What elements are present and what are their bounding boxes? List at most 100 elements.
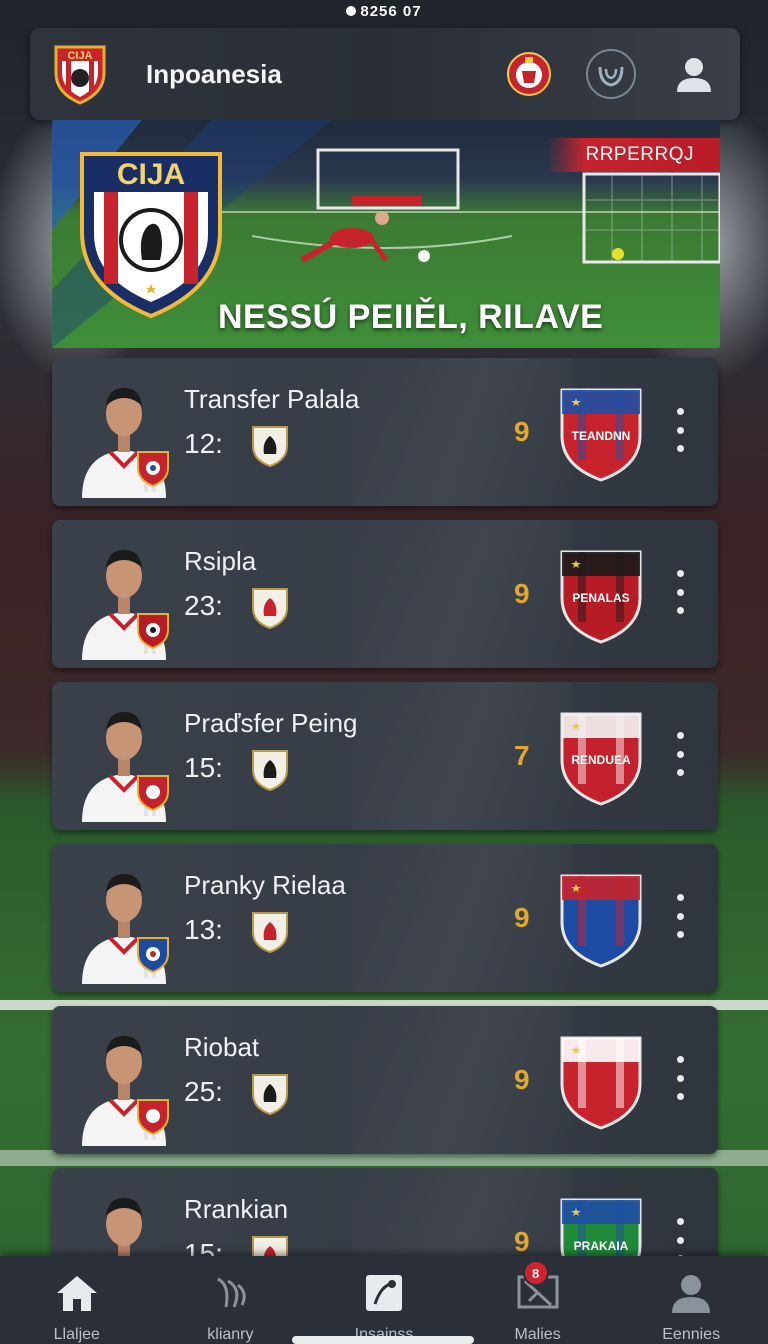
player-club-badge-icon — [137, 451, 169, 488]
team-crest-icon[interactable] — [558, 1032, 644, 1130]
nav-label-profile: Eennies — [662, 1326, 721, 1343]
player-number: 12: — [184, 428, 223, 459]
header-crest-text: CIJA — [67, 50, 92, 62]
dot — [676, 426, 684, 434]
dot — [676, 1074, 684, 1082]
shield-icon — [252, 588, 288, 630]
dot — [676, 912, 684, 920]
hero-headline: NESSÚ PEIIĚL, RILAVE — [218, 298, 604, 336]
nav-insights[interactable]: Insainss — [319, 1256, 449, 1344]
hero-crest-text: CIJA — [117, 158, 185, 191]
league-badge-icon[interactable] — [506, 51, 552, 97]
dot — [676, 1093, 684, 1100]
status-time: 8256 07 — [360, 2, 422, 20]
player-rating: 9 — [514, 416, 530, 447]
dot — [676, 732, 684, 739]
player-rating: 9 — [514, 578, 530, 609]
club-crest-icon[interactable]: CIJA — [52, 43, 108, 105]
stadium-icon — [598, 66, 624, 87]
hero-tag: RRPERRQJ — [547, 138, 720, 172]
nav-label-matches: Malies — [514, 1326, 561, 1343]
nav-profile[interactable]: Eennies — [626, 1256, 756, 1344]
dot — [676, 1218, 684, 1225]
dot — [676, 570, 684, 577]
nav-label-home: Llaljee — [53, 1326, 100, 1343]
dot — [676, 1056, 684, 1063]
dot — [676, 588, 684, 596]
team-crest-icon[interactable]: PENALAS — [558, 546, 644, 644]
notifications-button[interactable] — [586, 49, 636, 99]
team-crest-icon[interactable]: TEANDNN — [558, 384, 644, 482]
user-icon — [677, 58, 711, 92]
more-options-button[interactable] — [670, 570, 690, 614]
player-rating: 9 — [514, 902, 530, 933]
player-rating: 7 — [514, 740, 530, 771]
more-options-button[interactable] — [670, 732, 690, 776]
team-crest-icon[interactable] — [558, 870, 644, 968]
player-number: 23: — [184, 590, 223, 621]
card-highlight — [352, 358, 572, 506]
shield-icon — [252, 1074, 288, 1116]
player-rating: 9 — [514, 1064, 530, 1095]
shield-icon — [252, 750, 288, 792]
home-icon — [53, 1270, 101, 1316]
shield-icon — [252, 426, 288, 468]
player-club-badge-icon — [137, 775, 169, 812]
more-options-button[interactable] — [670, 894, 690, 938]
status-bar: 8256 07 — [0, 0, 768, 22]
card-highlight — [352, 844, 572, 992]
dot — [676, 769, 684, 776]
team-crest-icon[interactable]: RENDUEA — [558, 708, 644, 806]
player-list: Transfer Palala 12: 9 TEANDNN Rsipla 23:… — [52, 358, 718, 1330]
bottom-nav: Llaljee klianry Insainss 8 Malies Eennie… — [0, 1256, 768, 1344]
dot — [676, 408, 684, 415]
card-highlight — [352, 682, 572, 830]
nav-players[interactable]: klianry — [165, 1256, 295, 1344]
dot — [676, 894, 684, 901]
player-number: 15: — [184, 752, 223, 783]
dot — [676, 750, 684, 758]
player-rating: 9 — [514, 1226, 530, 1257]
status-dot-icon — [346, 6, 357, 16]
player-card[interactable]: Pranky Rielaa 13: 9 — [52, 844, 718, 992]
nav-matches[interactable]: 8 Malies — [473, 1256, 603, 1344]
home-indicator[interactable] — [292, 1336, 474, 1344]
notification-badge: 8 — [522, 1260, 549, 1286]
nav-home[interactable]: Llaljee — [12, 1256, 142, 1344]
player-number: 25: — [184, 1076, 223, 1107]
team-crest-text: PENALAS — [572, 591, 629, 605]
player-club-badge-icon — [137, 613, 169, 650]
whistle-icon — [360, 1270, 408, 1316]
player-card[interactable]: Rsipla 23: 9 PENALAS — [52, 520, 718, 668]
player-name: Rsipla — [184, 546, 257, 576]
profile-icon — [667, 1270, 715, 1316]
team-crest-text: TEANDNN — [572, 429, 631, 443]
player-name: Riobat — [184, 1032, 260, 1062]
card-highlight — [352, 1006, 572, 1154]
header-title: Inpoanesia — [146, 58, 282, 89]
shield-icon — [252, 912, 288, 954]
more-options-button[interactable] — [670, 408, 690, 452]
player-card[interactable]: Transfer Palala 12: 9 TEANDNN — [52, 358, 718, 506]
card-highlight — [352, 520, 572, 668]
hero-club-crest-icon: CIJA — [80, 152, 222, 319]
player-card[interactable]: Praďsfer Peing 15: 7 RENDUEA — [52, 682, 718, 830]
more-options-button[interactable] — [670, 1056, 690, 1100]
dot — [676, 607, 684, 614]
app-header: CIJA Inpoanesia — [30, 28, 740, 120]
team-crest-text: PRAKAIA — [574, 1239, 629, 1253]
player-name: Rrankian — [184, 1194, 289, 1224]
nav-label-players: klianry — [207, 1326, 254, 1343]
player-card[interactable]: Riobat 25: 9 — [52, 1006, 718, 1154]
featured-banner[interactable]: CIJA RRPERRQJ NESSÚ PEIIĚL, RILAVE — [52, 120, 720, 348]
dot — [676, 1236, 684, 1244]
profile-button[interactable] — [670, 50, 718, 98]
player-club-badge-icon — [137, 937, 169, 974]
player-name: Praďsfer Peing — [184, 708, 358, 738]
player-club-badge-icon — [137, 1099, 169, 1136]
player-name: Transfer Palala — [184, 384, 360, 414]
ball-icon — [206, 1270, 254, 1316]
team-crest-text: RENDUEA — [571, 753, 631, 767]
player-name: Pranky Rielaa — [184, 870, 346, 900]
player-number: 13: — [184, 914, 223, 945]
